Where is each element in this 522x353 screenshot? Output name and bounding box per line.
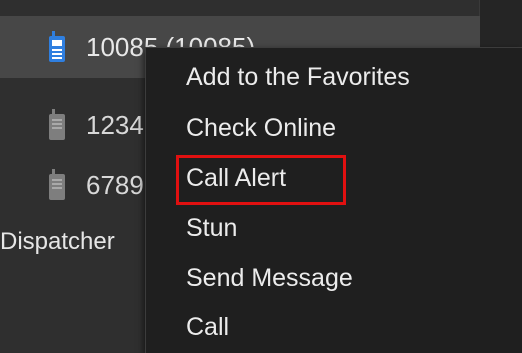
walkie-talkie-icon (48, 109, 66, 141)
contact-label: 6789 (86, 169, 144, 200)
menu-item-send-message[interactable]: Send Message (186, 264, 353, 293)
menu-item-stun[interactable]: Stun (186, 214, 237, 243)
menu-item-call-alert[interactable]: Call Alert (186, 164, 286, 193)
group-label[interactable]: Dispatcher (0, 228, 115, 256)
menu-item-check-online[interactable]: Check Online (186, 114, 336, 143)
walkie-talkie-icon (48, 169, 66, 201)
context-menu: Add to the Favorites Check Online Call A… (145, 47, 522, 353)
contact-label: 1234 (86, 109, 144, 140)
walkie-talkie-icon (48, 31, 66, 63)
menu-item-add-to-favorites[interactable]: Add to the Favorites (186, 63, 410, 92)
menu-item-call[interactable]: Call (186, 313, 229, 342)
